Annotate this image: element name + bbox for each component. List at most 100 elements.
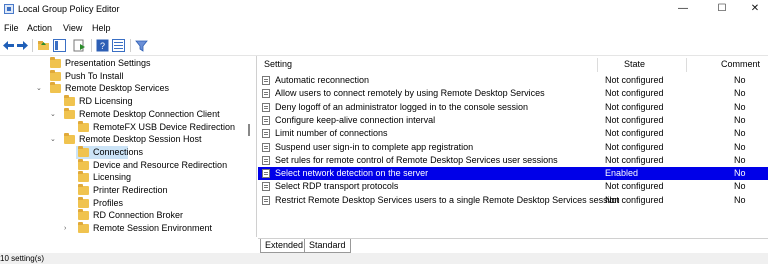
policy-setting-icon bbox=[262, 155, 270, 165]
tree-scrollbar[interactable] bbox=[248, 124, 250, 136]
cell-state: Enabled bbox=[605, 168, 639, 179]
policy-setting-icon bbox=[262, 115, 270, 125]
cell-comment: No bbox=[734, 168, 746, 179]
column-header-state[interactable]: State bbox=[624, 56, 645, 73]
folder-icon bbox=[78, 145, 89, 157]
cell-state: Not configured bbox=[605, 141, 664, 152]
tree-node[interactable]: Connections bbox=[76, 145, 143, 159]
tree-node-label: Licensing bbox=[93, 172, 132, 183]
tree-node-label: Remote Session Environment bbox=[93, 223, 213, 234]
cell-comment: No bbox=[734, 181, 746, 192]
chevron-down-icon[interactable]: ⌄ bbox=[50, 133, 56, 146]
table-row[interactable]: Limit number of connections Not configure… bbox=[258, 127, 768, 140]
table-row[interactable]: Select RDP transport protocols Not config… bbox=[258, 180, 768, 193]
folder-icon bbox=[78, 184, 89, 195]
menu-help[interactable]: Help bbox=[92, 23, 111, 33]
menu-action[interactable]: Action bbox=[27, 23, 52, 33]
table-row[interactable]: Allow users to connect remotely by using… bbox=[258, 87, 768, 100]
cell-comment: No bbox=[734, 75, 746, 85]
folder-icon bbox=[78, 171, 89, 183]
policy-setting-icon bbox=[262, 195, 270, 205]
forward-arrow-icon[interactable] bbox=[16, 39, 29, 52]
table-row[interactable]: Deny logoff of an administrator logged i… bbox=[258, 101, 768, 114]
chevron-down-icon[interactable]: ⌄ bbox=[36, 82, 42, 95]
folder-icon bbox=[78, 120, 89, 132]
cell-setting: Deny logoff of an administrator logged i… bbox=[275, 101, 528, 112]
column-header-setting[interactable]: Setting bbox=[264, 56, 292, 73]
folder-icon bbox=[78, 222, 89, 234]
export-list-icon[interactable] bbox=[73, 39, 86, 52]
help-icon[interactable]: ? bbox=[96, 39, 109, 52]
tree-node-label: RemoteFX USB Device Redirection bbox=[93, 121, 236, 132]
cell-comment: No bbox=[734, 88, 746, 99]
tree-node-label: Printer Redirection bbox=[93, 185, 168, 195]
policy-setting-icon bbox=[262, 76, 270, 85]
folder-icon bbox=[78, 209, 89, 221]
cell-state: Not configured bbox=[605, 75, 664, 85]
tree-node-label: Remote Desktop Connection Client bbox=[79, 108, 220, 119]
cell-state: Not configured bbox=[605, 88, 664, 99]
window-title: Local Group Policy Editor bbox=[18, 4, 120, 14]
tab-extended[interactable]: Extended bbox=[260, 239, 309, 253]
tree-node-label: RD Connection Broker bbox=[93, 210, 184, 221]
policy-setting-icon bbox=[262, 142, 270, 152]
tree-node-label: Profiles bbox=[93, 197, 124, 208]
status-bar: 10 setting(s) bbox=[0, 253, 768, 264]
folder-icon bbox=[64, 95, 75, 107]
table-row[interactable]: Select network detection on the server En… bbox=[258, 167, 768, 181]
cell-state: Not configured bbox=[605, 194, 664, 205]
cell-setting: Allow users to connect remotely by using… bbox=[275, 88, 545, 99]
cell-setting: Restrict Remote Desktop Services users t… bbox=[275, 194, 620, 205]
maximize-button[interactable]: ☐ bbox=[709, 2, 735, 16]
tree-node-label: Push To Install bbox=[65, 70, 124, 81]
filter-icon[interactable] bbox=[135, 39, 148, 52]
chevron-right-icon[interactable]: › bbox=[64, 222, 66, 235]
app-icon bbox=[4, 4, 14, 14]
table-row[interactable]: Set rules for remote control of Remote D… bbox=[258, 154, 768, 167]
folder-icon bbox=[50, 69, 61, 81]
cell-comment: No bbox=[734, 194, 746, 205]
cell-state: Not configured bbox=[605, 101, 664, 112]
cell-comment: No bbox=[734, 101, 746, 112]
minimize-button[interactable]: — bbox=[670, 2, 696, 16]
cell-state: Not configured bbox=[605, 128, 664, 139]
menu-file[interactable]: File bbox=[4, 23, 19, 33]
cell-setting: Configure keep-alive connection interval bbox=[275, 114, 436, 125]
tree-node-label: Connections bbox=[93, 146, 144, 157]
menu-view[interactable]: View bbox=[63, 23, 82, 33]
cell-setting: Suspend user sign-in to complete app reg… bbox=[275, 141, 474, 152]
policy-setting-icon bbox=[262, 169, 270, 179]
cell-setting: Limit number of connections bbox=[275, 128, 388, 139]
tree-node-label: Device and Resource Redirection bbox=[93, 159, 228, 170]
navigation-tree: Presentation Settings Push To Install ⌄ Rem… bbox=[0, 56, 257, 237]
back-arrow-icon[interactable] bbox=[2, 39, 15, 52]
show-hide-tree-icon[interactable] bbox=[53, 39, 66, 52]
table-row[interactable]: Restrict Remote Desktop Services users t… bbox=[258, 194, 768, 207]
tree-node-label: Presentation Settings bbox=[65, 58, 151, 68]
tree-node-label: Remote Desktop Services bbox=[65, 83, 170, 94]
column-header-comment[interactable]: Comment bbox=[721, 56, 760, 73]
tab-standard[interactable]: Standard bbox=[304, 239, 351, 253]
tree-node-label: Remote Desktop Session Host bbox=[79, 134, 202, 145]
cell-comment: No bbox=[734, 141, 746, 152]
policy-setting-icon bbox=[262, 102, 270, 112]
cell-state: Not configured bbox=[605, 114, 664, 125]
folder-icon bbox=[64, 133, 75, 145]
settings-pane: Setting State Comment Automatic reconnec… bbox=[258, 56, 768, 237]
cell-state: Not configured bbox=[605, 154, 664, 165]
table-row[interactable]: Automatic reconnection Not configured No bbox=[258, 74, 768, 87]
folder-icon bbox=[50, 57, 61, 68]
svg-text:?: ? bbox=[100, 41, 105, 51]
cell-setting: Automatic reconnection bbox=[275, 75, 370, 85]
tree-node-label: RD Licensing bbox=[79, 96, 133, 107]
close-button[interactable]: ✕ bbox=[742, 2, 768, 16]
table-row[interactable]: Configure keep-alive connection interval… bbox=[258, 114, 768, 127]
up-folder-icon[interactable] bbox=[37, 39, 50, 52]
folder-icon bbox=[50, 82, 61, 94]
chevron-down-icon[interactable]: ⌄ bbox=[50, 108, 56, 121]
table-row[interactable]: Suspend user sign-in to complete app reg… bbox=[258, 141, 768, 154]
properties-icon[interactable] bbox=[112, 39, 125, 52]
folder-icon bbox=[64, 107, 75, 119]
cell-setting: Select network detection on the server bbox=[275, 168, 429, 179]
status-text: 10 setting(s) bbox=[0, 254, 45, 263]
